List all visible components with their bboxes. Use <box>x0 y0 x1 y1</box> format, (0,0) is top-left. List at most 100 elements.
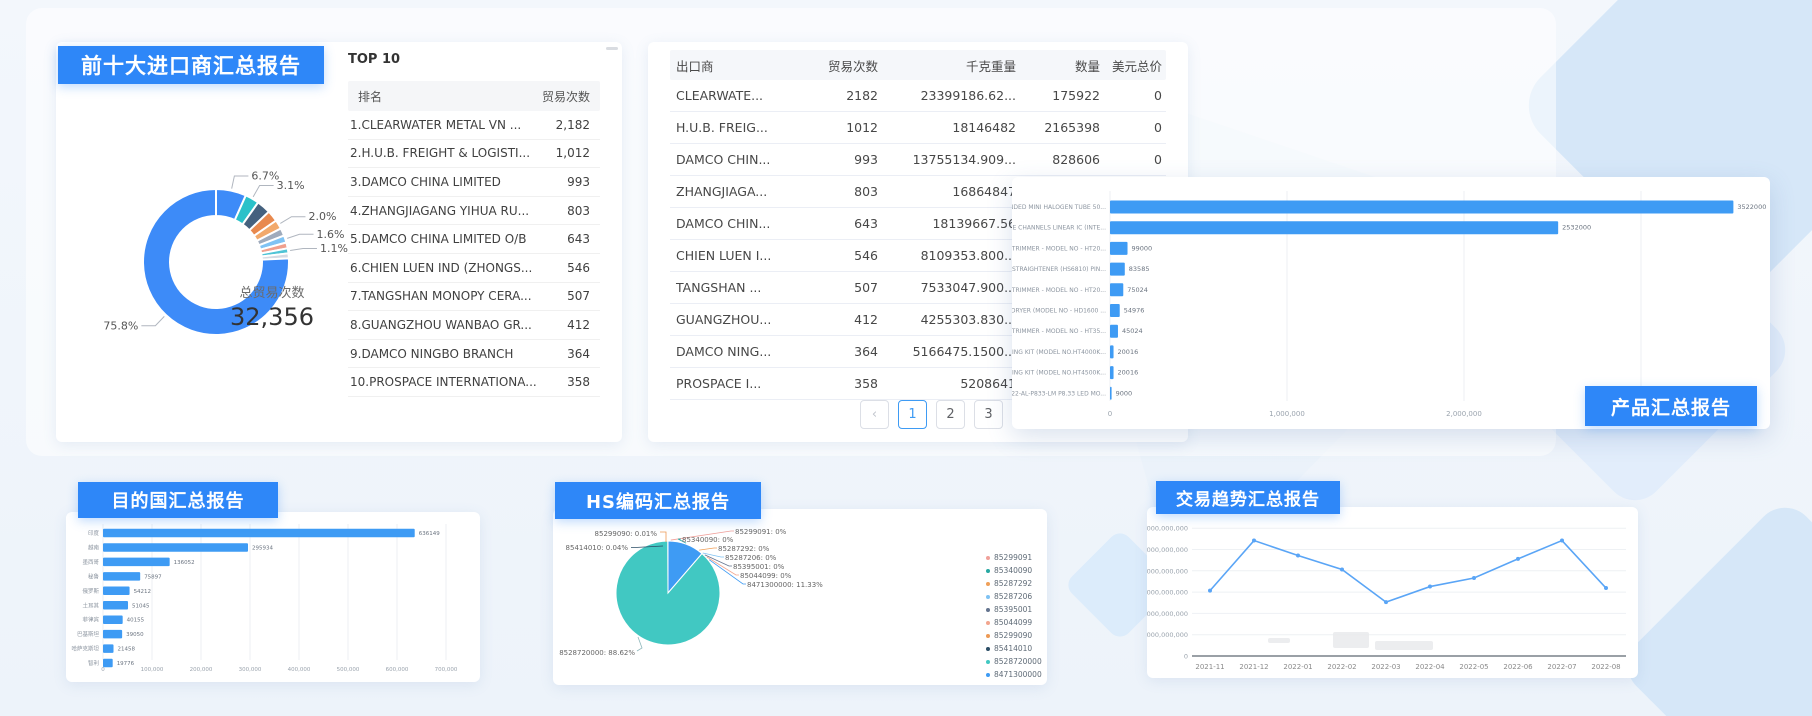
exporter-cell: 8109353.800... <box>882 248 1020 263</box>
bar <box>1110 345 1114 358</box>
product-report-banner-label: 产品汇总报告 <box>1611 393 1731 420</box>
bar <box>103 615 123 624</box>
exporter-cell: 358 <box>802 376 882 391</box>
hs-legend-item[interactable]: 8471300000 <box>986 668 1042 681</box>
bar <box>1110 242 1128 255</box>
category-label: HAIR DRYER (MODEL NO - HD1600 ... <box>1012 308 1106 315</box>
bar <box>103 601 128 610</box>
hs-legend-item[interactable]: 85414010 <box>986 642 1042 655</box>
category-label: HAIR TRIMMER - MODEL NO - HT20... <box>1012 245 1106 252</box>
top10-rank-cell: 10.PROSPACE INTERNATIONA... <box>350 375 537 389</box>
y-tick-label: 1,000,000,000 <box>1147 631 1188 639</box>
bar <box>1110 201 1733 214</box>
category-label: GROOMING KIT (MODEL NO.HT4500K... <box>1012 370 1106 377</box>
x-tick-label: 2022-01 <box>1283 663 1312 671</box>
bar <box>103 543 248 552</box>
category-label: 智利 <box>88 659 99 667</box>
y-tick-label: 4,000,000,000 <box>1147 567 1188 575</box>
exporter-cell: 4255303.830... <box>882 312 1020 327</box>
hs-legend: 85299091853400908528729285287206 85395001… <box>986 551 1042 681</box>
legend-label: 85395001 <box>994 605 1032 614</box>
exporter-cell: 0 <box>1104 152 1166 167</box>
category-label: HAIR STRAIGHTENER (HS6810) PIN... <box>1012 266 1106 273</box>
exporter-cell: 507 <box>802 280 882 295</box>
hs-legend-item[interactable]: 85395001 <box>986 603 1042 616</box>
data-point <box>1428 585 1432 589</box>
category-label: 俄罗斯 <box>82 587 99 595</box>
legend-label: 85414010 <box>994 644 1032 653</box>
bar <box>1110 221 1558 234</box>
x-tick-label: 2,000,000 <box>1446 410 1482 418</box>
hs-legend-item[interactable]: 8528720000 <box>986 655 1042 668</box>
exporter-table-row: CLEARWATE...218223399186.62...1759220 <box>670 80 1166 112</box>
top10-row: 8.GUANGZHOU WANBAO GR...412 <box>348 311 600 340</box>
hs-legend-item[interactable]: 85287292 <box>986 577 1042 590</box>
pie-callout-label: 85044099: 0% <box>740 572 792 580</box>
blurred-watermark <box>1375 641 1433 650</box>
legend-dot-icon <box>986 647 990 651</box>
legend-dot-icon <box>986 634 990 638</box>
hs-report-card: 85299090: 0.01%85414010: 0.04%85299091: … <box>553 509 1047 685</box>
top10-value-cell: 546 <box>567 261 590 275</box>
exporter-cell: 7533047.900... <box>882 280 1020 295</box>
bar <box>103 644 114 653</box>
donut-label: 1.1% <box>320 242 348 255</box>
bar-value-label: 3522000 <box>1737 203 1766 211</box>
pie-callout-label: 8528720000: 88.62% <box>559 649 635 657</box>
x-tick-label: 100,000 <box>141 667 164 673</box>
top10-row: 3.DAMCO CHINA LIMITED993 <box>348 168 600 197</box>
bar-value-label: 9000 <box>1116 389 1133 397</box>
bar <box>1110 263 1125 276</box>
pagination-page-button[interactable]: 1 <box>898 400 927 429</box>
x-tick-label: 2021-12 <box>1239 663 1268 671</box>
hs-legend-item[interactable]: 85299091 <box>986 551 1042 564</box>
bar-value-label: 45024 <box>1122 327 1143 335</box>
top10-row: 1.CLEARWATER METAL VN ...2,182 <box>348 111 600 140</box>
hs-legend-item[interactable]: 85287206 <box>986 590 1042 603</box>
exporter-cell: 1012 <box>802 120 882 135</box>
top10-value-cell: 358 <box>567 375 590 389</box>
x-tick-label: 300,000 <box>239 667 262 673</box>
top10-title: TOP 10 <box>348 52 600 67</box>
bar <box>1110 304 1120 317</box>
bar-value-label: 75024 <box>1127 286 1148 294</box>
top10-rank-cell: 1.CLEARWATER METAL VN ... <box>350 118 521 132</box>
top10-rank-cell: 9.DAMCO NINGBO BRANCH <box>350 347 513 361</box>
bar-value-label: 20016 <box>1118 348 1139 356</box>
x-tick-label: 2021-11 <box>1195 663 1224 671</box>
destination-report-banner: 目的国汇总报告 <box>78 482 278 518</box>
category-label: HRE-22-AL-P833-LM P8.33 LED MO... <box>1012 390 1106 397</box>
pagination-prev-button[interactable]: ‹ <box>860 400 889 429</box>
exporter-cell: CHIEN LUEN I... <box>670 248 802 263</box>
collapse-icon[interactable] <box>606 47 618 50</box>
category-label: 印度 <box>88 529 100 537</box>
top10-value-cell: 1,012 <box>556 146 590 160</box>
pagination-page-button[interactable]: 3 <box>974 400 1003 429</box>
pie-callout-label: 8471300000: 11.33% <box>747 581 823 589</box>
bar-value-label: 136052 <box>174 560 195 566</box>
donut-center-label: 总贸易次数 <box>212 282 332 301</box>
bar <box>1110 366 1114 379</box>
exporter-cell: 5166475.1500... <box>882 344 1020 359</box>
hs-legend-item[interactable]: 85340090 <box>986 564 1042 577</box>
top10-row: 2.H.U.B. FREIGHT & LOGISTI...1,012 <box>348 140 600 169</box>
hs-pie-chart: 85299090: 0.01%85414010: 0.04%85299091: … <box>553 509 1047 685</box>
top10-row: 9.DAMCO NINGBO BRANCH364 <box>348 340 600 369</box>
category-label: 菲律宾 <box>82 616 99 624</box>
pie-callout-label: 85340090: 0% <box>682 536 734 544</box>
data-point <box>1208 589 1212 593</box>
y-tick-label: 0 <box>1184 653 1188 661</box>
x-tick-label: 2022-07 <box>1547 663 1576 671</box>
x-tick-label: 500,000 <box>337 667 360 673</box>
x-tick-label: 2022-06 <box>1503 663 1533 671</box>
bar-value-label: 75897 <box>144 574 162 580</box>
exporter-cell: PROSPACE I... <box>670 376 802 391</box>
hs-legend-item[interactable]: 85299090 <box>986 629 1042 642</box>
hs-legend-item[interactable]: 85044099 <box>986 616 1042 629</box>
data-point <box>1604 586 1608 590</box>
x-tick-label: 700,000 <box>435 667 458 673</box>
pagination-page-button[interactable]: 2 <box>936 400 965 429</box>
exporter-cell: 803 <box>802 184 882 199</box>
exporter-cell: 13755134.909... <box>882 152 1020 167</box>
donut-label-line <box>253 186 273 197</box>
